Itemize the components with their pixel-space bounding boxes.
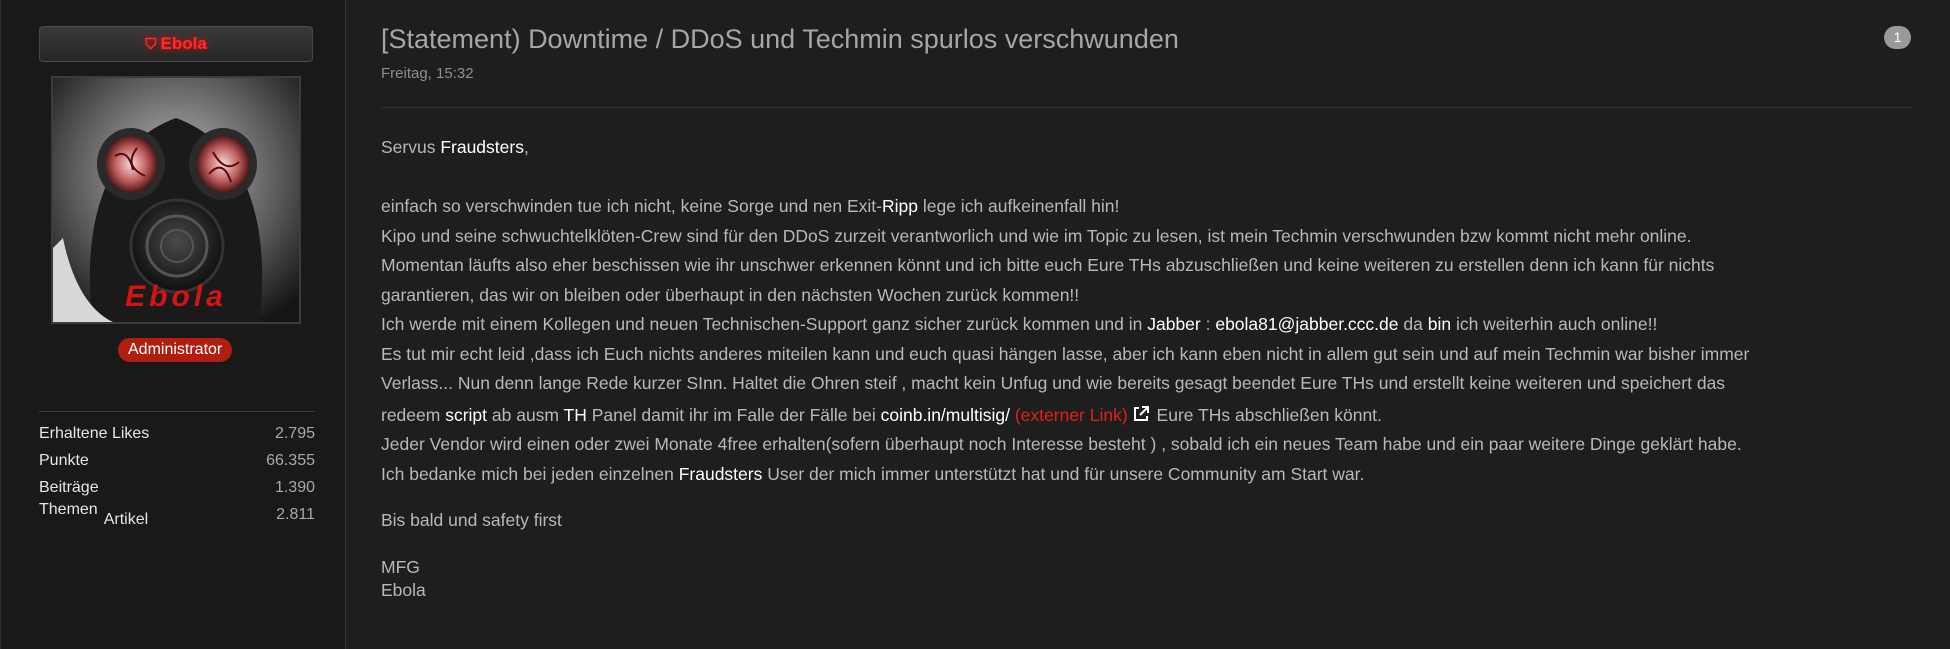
highlight-text: script: [445, 404, 488, 425]
post-title: [Statement) Downtime / DDoS und Techmin …: [381, 24, 1179, 54]
stat-sublabel[interactable]: Artikel: [104, 511, 148, 528]
gas-mask-avatar-image: Ebola: [53, 78, 299, 322]
user-stats: Erhaltene Likes 2.795 Punkte 66.355 Beit…: [39, 422, 315, 530]
role-badge: Administrator: [118, 338, 233, 362]
text: ab ausm: [487, 404, 564, 425]
closing-line: Bis bald und safety first: [381, 510, 562, 530]
message-line: Kipo und seine schwuchtelklöten-Crew sin…: [381, 225, 1692, 246]
message-line: Ich werde mit einem Kollegen und neuen T…: [381, 310, 1920, 340]
username-label: Ebola: [160, 34, 207, 53]
external-link-icon[interactable]: [1132, 405, 1150, 423]
stat-row-posts: Beiträge 1.390: [39, 476, 315, 503]
stat-row-topics: Themen Artikel 2.811: [39, 501, 315, 530]
text: ich weiterhin auch online!!: [1451, 314, 1658, 334]
shield-icon: ⛉: [145, 35, 157, 53]
text: :: [1200, 314, 1216, 334]
highlight-text: bin: [1427, 314, 1452, 334]
stat-value: 2.795: [274, 425, 315, 442]
message-line: Momentan läufts also eher beschissen wie…: [381, 255, 1715, 275]
user-sidebar: ⛉ Ebola Ebola Administrator Erhaltene Li…: [0, 0, 346, 649]
stat-row-likes: Erhaltene Likes 2.795: [39, 422, 315, 449]
highlight-text: Jabber: [1147, 314, 1201, 334]
sidebar-divider: [39, 411, 315, 412]
avatar-text: Ebola: [125, 280, 227, 313]
text: User der mich immer unterstützt hat und …: [762, 463, 1365, 484]
highlight-text: Ripp: [882, 196, 918, 216]
external-link[interactable]: coinb.in/multisig/: [881, 405, 1010, 425]
message-line: garantieren, das wir on bleiben oder übe…: [381, 284, 1080, 305]
text: lege ich aufkeinenfall hin!: [918, 196, 1120, 216]
stat-label[interactable]: Erhaltene Likes: [39, 422, 149, 449]
text: Servus: [381, 137, 441, 157]
highlight-text: Fraudsters: [440, 137, 524, 157]
username-button[interactable]: ⛉ Ebola: [39, 26, 313, 62]
stat-row-points: Punkte 66.355: [39, 449, 315, 476]
stat-value: 2.811: [276, 506, 315, 523]
text: einfach so verschwinden tue ich nicht, k…: [381, 196, 882, 216]
stat-value: 66.355: [266, 452, 315, 469]
post: ⛉ Ebola Ebola Administrator Erhaltene Li…: [0, 0, 1950, 649]
text: redeem: [381, 404, 446, 425]
jabber-address: ebola81@jabber.ccc.de: [1215, 314, 1399, 334]
post-content: [Statement) Downtime / DDoS und Techmin …: [346, 0, 1950, 649]
external-link-label[interactable]: (externer Link): [1015, 405, 1128, 425]
greeting-line: Servus Fraudsters,: [381, 133, 1920, 163]
stat-label[interactable]: Punkte: [39, 449, 89, 476]
avatar[interactable]: Ebola: [51, 76, 301, 324]
text: Ich werde mit einem Kollegen und neuen T…: [381, 314, 1148, 334]
post-number-badge[interactable]: 1: [1884, 26, 1911, 49]
text: Panel damit ihr im Falle der Fälle bei: [586, 404, 881, 425]
text: da: [1398, 314, 1428, 334]
signature-line: Ebola: [381, 580, 426, 600]
post-date[interactable]: Freitag, 15:32: [381, 65, 474, 82]
text: Eure THs abschließen könnt.: [1151, 404, 1382, 425]
message-line: redeem script ab ausm TH Panel damit ihr…: [381, 401, 1920, 431]
message-line: Es tut mir echt leid ,dass ich Euch nich…: [381, 343, 1750, 364]
message-line: Verlass... Nun denn lange Rede kurzer SI…: [381, 373, 1726, 393]
highlight-text: TH: [563, 404, 587, 425]
highlight-text: Fraudsters: [678, 463, 763, 484]
stat-value: 1.390: [274, 479, 315, 496]
stat-label[interactable]: Themen: [39, 501, 98, 518]
header-divider: [381, 107, 1912, 108]
stat-label-group: Themen Artikel: [39, 501, 148, 530]
message-line: Ich bedanke mich bei jeden einzelnen Fra…: [381, 460, 1920, 490]
text: ,: [523, 137, 529, 157]
text: Ich bedanke mich bei jeden einzelnen: [381, 463, 679, 484]
message-line: einfach so verschwinden tue ich nicht, k…: [381, 192, 1920, 222]
message-body: Servus Fraudsters, einfach so verschwind…: [381, 133, 1920, 606]
stat-label[interactable]: Beiträge: [39, 476, 99, 503]
message-line: Jeder Vendor wird einen oder zwei Monate…: [381, 434, 1742, 454]
